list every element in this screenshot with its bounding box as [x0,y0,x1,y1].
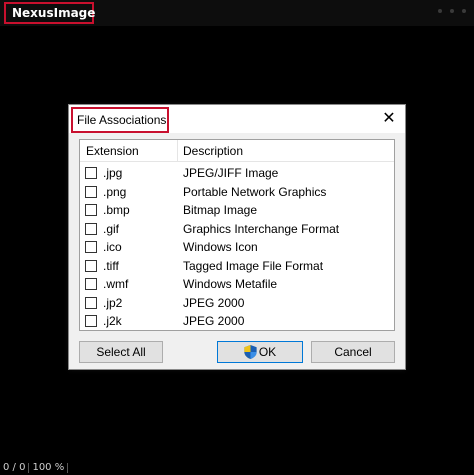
extension-cell: .ico [80,240,178,254]
extension-label: .png [103,184,127,199]
status-separator [67,463,69,473]
list-item[interactable]: .jp2 JPEG 2000 [80,294,394,313]
column-header-description[interactable]: Description [178,140,394,161]
extension-cell: .jpg [80,166,178,180]
window-controls [438,9,466,13]
extension-label: .jpg [103,166,123,181]
extension-cell: .jp2 [80,296,178,310]
close-window-icon[interactable] [462,9,466,13]
extension-checkbox[interactable] [85,241,97,254]
description-cell: Windows Metafile [183,277,278,292]
list-rows: .jpg JPEG/JIFF Image .png Portable Network … [80,162,394,330]
extension-label: .wmf [103,277,129,292]
description-cell: Windows Icon [183,240,258,255]
extension-cell: .wmf [80,277,178,291]
image-count: 0 / 0 [3,462,26,473]
extension-cell: .gif [80,222,178,236]
ok-label: OK [258,345,277,359]
dialog-titlebar: File Associations ✕ [69,105,405,133]
list-item[interactable]: .png Portable Network Graphics [80,183,394,202]
extension-cell: .bmp [80,203,178,217]
uac-shield-icon [244,345,257,359]
extension-checkbox[interactable] [85,222,97,235]
extension-checkbox[interactable] [85,296,97,309]
extension-checkbox[interactable] [85,167,97,180]
extension-label: .jp2 [103,295,123,310]
list-header: Extension Description [80,140,394,162]
extension-label: .gif [103,221,120,236]
extension-label: .ico [103,240,122,255]
minimize-icon[interactable] [438,9,442,13]
extension-checkbox[interactable] [85,185,97,198]
extension-checkbox[interactable] [85,315,97,328]
app-title: NexusImage [4,2,95,24]
file-associations-dialog: File Associations ✕ Extension Descriptio… [68,104,406,370]
list-item[interactable]: .jpg JPEG/JIFF Image [80,164,394,183]
dialog-title: File Associations [71,107,169,133]
description-cell: JPEG 2000 [183,295,245,310]
app-titlebar: NexusImage [0,0,474,26]
description-cell: Graphics Interchange Format [183,221,340,236]
description-cell: Bitmap Image [183,203,258,218]
description-cell: JPEG/JIFF Image [183,166,279,181]
select-all-button[interactable]: Select All [79,341,163,363]
extension-label: .tiff [103,258,119,273]
list-item[interactable]: .bmp Bitmap Image [80,201,394,220]
list-item[interactable]: .ico Windows Icon [80,238,394,257]
description-cell: Portable Network Graphics [183,184,327,199]
extension-cell: .tiff [80,259,178,273]
description-cell: JPEG 2000 [183,314,245,329]
extension-cell: .j2k [80,314,178,328]
cancel-button[interactable]: Cancel [311,341,395,363]
ok-button[interactable]: OK [217,341,303,363]
extension-checkbox[interactable] [85,259,97,272]
extension-list[interactable]: Extension Description .jpg JPEG/JIFF Imag… [79,139,395,331]
extension-checkbox[interactable] [85,204,97,217]
list-item[interactable]: .j2k JPEG 2000 [80,312,394,330]
status-bar: 0 / 0 100 % [0,461,474,475]
extension-label: .bmp [103,203,130,218]
extension-cell: .png [80,185,178,199]
zoom-level: 100 % [32,462,65,473]
description-cell: Tagged Image File Format [183,258,324,273]
extension-label: .j2k [103,314,122,329]
list-item[interactable]: .wmf Windows Metafile [80,275,394,294]
close-icon[interactable]: ✕ [379,109,399,129]
list-item[interactable]: .gif Graphics Interchange Format [80,220,394,239]
maximize-icon[interactable] [450,9,454,13]
list-item[interactable]: .tiff Tagged Image File Format [80,257,394,276]
column-header-extension[interactable]: Extension [80,140,178,161]
extension-checkbox[interactable] [85,278,97,291]
